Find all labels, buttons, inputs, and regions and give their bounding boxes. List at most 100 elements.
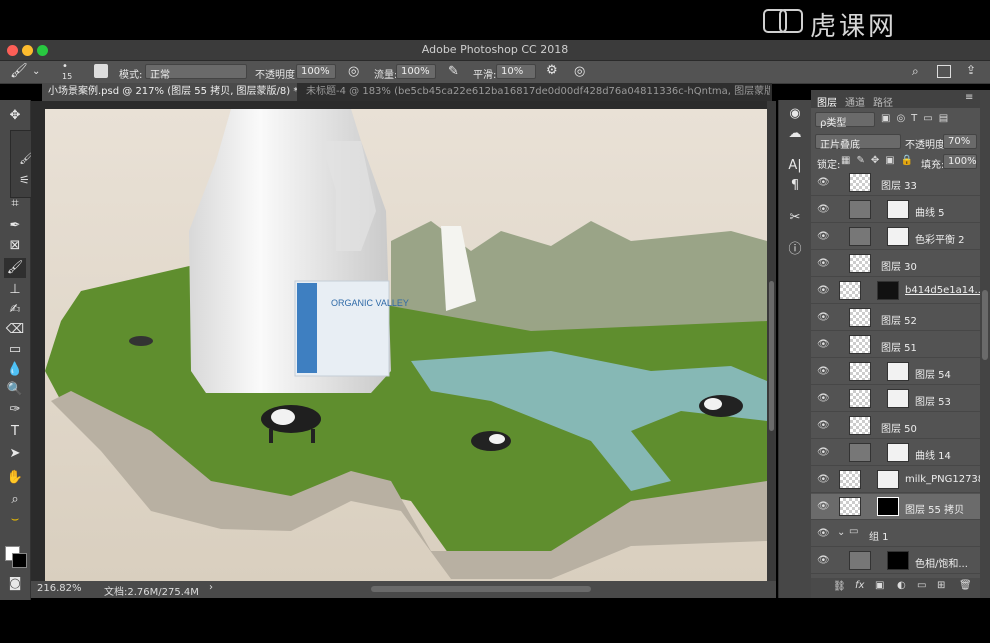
visibility-eye-icon[interactable]: 👁	[817, 420, 830, 431]
layer-group-row[interactable]: 👁 ⌄ ▭ 组 1	[811, 521, 980, 547]
tab-document-1[interactable]: 小场景案例.psd @ 217% (图层 55 拷贝, 图层蒙版/8) *	[42, 83, 297, 101]
visibility-eye-icon[interactable]: 👁	[817, 555, 830, 566]
text-tool-icon[interactable]: T	[4, 422, 26, 442]
visibility-eye-icon[interactable]: 👁	[817, 501, 830, 512]
fx-icon[interactable]: fx	[855, 580, 864, 591]
hand-tool-icon[interactable]: ✋	[4, 468, 26, 488]
history-brush-icon[interactable]: ✍	[4, 300, 26, 320]
mode-select[interactable]: 正常	[145, 64, 247, 81]
layer-row[interactable]: 👁 图层 53	[811, 386, 980, 412]
stamp-tool-icon[interactable]: ⊥	[4, 280, 26, 300]
chevron-down-icon[interactable]: ⌄	[32, 66, 40, 77]
pen-tool-icon[interactable]: ✑	[4, 400, 26, 420]
edit-toolbar-icon[interactable]: ⌣	[4, 510, 26, 530]
layer-row[interactable]: 👁 图层 33	[811, 170, 980, 196]
visibility-eye-icon[interactable]: 👁	[817, 177, 830, 188]
canvas-artwork[interactable]: ORGANIC VALLEY	[31, 101, 776, 581]
visibility-eye-icon[interactable]: 👁	[817, 339, 830, 350]
trash-icon[interactable]: 🗑	[959, 580, 972, 591]
layer-row[interactable]: 👁 b414d5e1a14...	[811, 278, 984, 304]
new-layer-icon[interactable]: ⊞	[937, 580, 945, 591]
search-icon[interactable]: ⌕	[912, 64, 919, 79]
brush-tool-icon[interactable]: 🖌	[4, 258, 26, 278]
horizontal-scrollbar[interactable]	[371, 586, 591, 592]
tools-preset-icon[interactable]: ✂	[784, 208, 806, 228]
frame-tool-icon[interactable]: ⊠	[4, 236, 26, 256]
quick-mask-icon[interactable]: ◙	[4, 574, 26, 594]
status-menu-arrow[interactable]: ›	[209, 582, 213, 593]
visibility-eye-icon[interactable]: 👁	[817, 231, 830, 242]
dodge-tool-icon[interactable]: 🔍	[4, 380, 26, 400]
visibility-eye-icon[interactable]: 👁	[817, 204, 830, 215]
canvas-vertical-scrollbar[interactable]	[767, 101, 776, 581]
zoom-tool-icon[interactable]: ⌕	[4, 490, 26, 510]
layer-row[interactable]: 👁 图层 52	[811, 305, 980, 331]
eraser-tool-icon[interactable]: ⌫	[4, 320, 26, 340]
layer-row-selected[interactable]: 👁 图层 55 拷贝	[811, 494, 980, 520]
layer-row[interactable]: 👁 色彩平衡 2	[811, 224, 980, 250]
tab-paths[interactable]: 路径	[873, 94, 893, 109]
gradient-tool-icon[interactable]: ▭	[4, 340, 26, 360]
layer-row[interactable]: 👁 图层 51	[811, 332, 980, 358]
visibility-eye-icon[interactable]: 👁	[817, 447, 830, 458]
layer-opacity-input[interactable]: 70%	[943, 134, 977, 149]
pressure-opacity-icon[interactable]: ◎	[348, 64, 359, 79]
visibility-eye-icon[interactable]: 👁	[817, 312, 830, 323]
visibility-eye-icon[interactable]: 👁	[817, 474, 830, 485]
pressure-size-icon[interactable]: ◎	[574, 64, 585, 79]
group-disclosure-icon[interactable]: ⌄	[837, 527, 845, 538]
eyedropper-tool-icon[interactable]: ✒	[4, 216, 26, 236]
layers-scrollbar[interactable]	[980, 90, 990, 598]
character-icon[interactable]: A|	[784, 156, 806, 176]
flow-input[interactable]: 100%	[396, 64, 436, 79]
visibility-eye-icon[interactable]: 👁	[817, 285, 830, 296]
filter-icons[interactable]: ▣◎T▭▤	[881, 113, 954, 124]
layers-scroll-thumb[interactable]	[982, 290, 988, 360]
layer-row[interactable]: 👁 图层 30	[811, 251, 980, 277]
adjustment-layer-icon[interactable]: ◐	[897, 580, 906, 591]
blur-tool-icon[interactable]: 💧	[4, 360, 26, 380]
scroll-thumb[interactable]	[769, 281, 774, 431]
lock-icons[interactable]: ▦✎✥▣🔒	[841, 155, 919, 166]
workspace-icon[interactable]	[937, 65, 951, 78]
move-tool-icon[interactable]: ✥	[4, 106, 26, 126]
layer-row[interactable]: 👁 milk_PNG12738	[811, 467, 984, 493]
brush-panel-icon[interactable]	[94, 64, 108, 78]
paragraph-icon[interactable]: ¶	[784, 176, 806, 196]
brush-tool-icon[interactable]: 🖌	[10, 63, 28, 79]
layer-row[interactable]: 👁 曲线 5	[811, 197, 980, 223]
gear-icon[interactable]: ⚙	[546, 63, 558, 78]
tab-document-2[interactable]: 未标题-4 @ 183% (be5cb45ca22e612ba16817de0d…	[300, 83, 770, 101]
background-color-swatch[interactable]	[12, 553, 27, 568]
libraries-icon[interactable]: ☁	[784, 124, 806, 144]
layer-row[interactable]: 👁 图层 54	[811, 359, 980, 385]
brush-size[interactable]: 15	[62, 72, 72, 81]
canvas-area[interactable]: ORGANIC VALLEY	[31, 101, 776, 581]
share-icon[interactable]: ⇪	[966, 63, 976, 77]
smooth-input[interactable]: 10%	[496, 64, 536, 79]
panel-menu-icon[interactable]: ≡	[965, 92, 973, 103]
blend-mode-select[interactable]: 正片叠底	[815, 134, 901, 151]
brush-preset-panel-icon[interactable]: ⚟	[19, 173, 30, 187]
info-icon[interactable]: ⓘ	[784, 240, 806, 260]
tab-channels[interactable]: 通道	[845, 94, 865, 109]
zoom-level[interactable]: 216.82%	[37, 583, 82, 594]
layer-row[interactable]: 👁 曲线 14	[811, 440, 980, 466]
layer-row[interactable]: 👁 图层 50	[811, 413, 980, 439]
tab-layers[interactable]: 图层	[817, 94, 837, 109]
link-layers-icon[interactable]: ⛓	[833, 581, 846, 592]
visibility-eye-icon[interactable]: 👁	[817, 393, 830, 404]
layer-filter-select[interactable]: ρ类型	[815, 112, 875, 129]
path-select-tool-icon[interactable]: ➤	[4, 444, 26, 464]
visibility-eye-icon[interactable]: 👁	[817, 366, 830, 377]
new-group-icon[interactable]: ▭	[917, 580, 926, 591]
brush-preset-icon[interactable]: •	[62, 61, 68, 72]
opacity-input[interactable]: 100%	[296, 64, 336, 79]
learn-icon[interactable]: ◉	[784, 104, 806, 124]
visibility-eye-icon[interactable]: 👁	[817, 258, 830, 269]
fill-input[interactable]: 100%	[943, 154, 977, 169]
layer-row[interactable]: 👁 色相/饱和...	[811, 548, 980, 574]
airbrush-icon[interactable]: ✎	[448, 64, 459, 79]
visibility-eye-icon[interactable]: 👁	[817, 528, 830, 539]
add-mask-icon[interactable]: ▣	[875, 580, 884, 591]
